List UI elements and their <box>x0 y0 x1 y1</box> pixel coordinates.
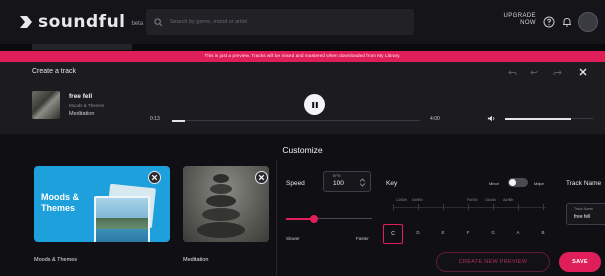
key-tick <box>418 204 419 210</box>
help-icon[interactable] <box>543 16 555 28</box>
upgrade-now-link[interactable]: UPGRADE NOW <box>500 13 536 27</box>
moods-card-title: Moods & Themes <box>41 192 79 214</box>
track-category: Moods & Themes <box>69 103 105 108</box>
pause-icon <box>311 101 318 108</box>
speed-label: Speed <box>286 180 305 187</box>
section-divider <box>276 160 277 276</box>
track-name-label: Track Name <box>566 180 602 187</box>
key-natural-b[interactable]: B <box>535 230 551 235</box>
minor-label: Minor <box>489 181 500 186</box>
moods-title-line2: Themes <box>41 203 76 213</box>
key-tick <box>393 204 394 210</box>
search-icon <box>154 17 163 26</box>
save-button[interactable]: SAVE <box>559 252 601 272</box>
close-icon <box>258 174 265 181</box>
stone <box>213 174 229 183</box>
track-name: free fell <box>69 93 93 100</box>
bell-icon[interactable] <box>561 16 573 28</box>
stepper-arrows-icon[interactable] <box>359 178 366 187</box>
track-subcategory: Meditation <box>69 111 95 117</box>
key-label: Key <box>386 180 398 187</box>
total-time: 4:00 <box>430 116 440 122</box>
stone <box>197 222 245 238</box>
toggle-knob <box>509 179 516 186</box>
preview-banner: This is just a preview. Tracks will be m… <box>0 51 605 62</box>
bpm-unit: BPM <box>333 174 341 178</box>
key-natural-g[interactable]: G <box>485 230 501 235</box>
key-tick <box>468 204 469 210</box>
customize-title: Customize <box>282 145 323 155</box>
volume-level <box>505 117 571 120</box>
card-label-moods: Moods & Themes <box>34 257 78 263</box>
stone <box>210 184 232 194</box>
key-natural-e[interactable]: E <box>435 230 451 235</box>
track-name-field[interactable]: Track Name free fell <box>566 203 605 225</box>
current-time: 0:13 <box>150 116 160 122</box>
undo-icon[interactable] <box>508 68 517 77</box>
top-nav: soundful beta UPGRADE NOW <box>0 0 605 44</box>
panel-title: Create a track <box>32 68 76 75</box>
seek-progress <box>172 119 186 122</box>
key-natural-a[interactable]: A <box>510 230 526 235</box>
speed-slider-thumb[interactable] <box>310 214 319 223</box>
bpm-value: 100 <box>333 180 344 187</box>
key-sharp[interactable]: D#/Eb <box>412 198 423 202</box>
close-icon <box>151 174 158 181</box>
key-selected-c[interactable]: C <box>383 224 403 244</box>
stone <box>202 208 240 221</box>
search-bar[interactable] <box>146 9 414 35</box>
remove-card-button[interactable] <box>148 171 161 184</box>
upgrade-label: UPGRADE <box>503 13 536 19</box>
beta-tag: beta <box>131 21 144 27</box>
create-new-preview-button[interactable]: CREATE NEW PREVIEW <box>436 252 550 272</box>
volume-slider[interactable] <box>505 117 593 120</box>
minor-major-toggle[interactable] <box>508 178 528 187</box>
key-tick <box>493 204 494 210</box>
search-input[interactable] <box>170 19 400 25</box>
stone <box>206 195 236 207</box>
pause-button[interactable] <box>304 94 325 115</box>
close-icon[interactable] <box>578 67 588 77</box>
key-sharp[interactable]: C#/Db <box>396 198 407 202</box>
lake-photo <box>94 196 150 242</box>
volume-icon[interactable] <box>487 114 496 123</box>
track-name-value: free fell <box>574 214 591 220</box>
brand-name: soundful <box>38 12 126 32</box>
key-tick <box>518 204 519 210</box>
major-label: Major <box>534 181 545 186</box>
key-sharp[interactable]: G#/Ab <box>485 198 496 202</box>
avatar[interactable] <box>578 12 598 32</box>
bpm-stepper[interactable]: BPM 100 <box>323 171 371 192</box>
key-natural-f[interactable]: F <box>460 230 476 235</box>
upgrade-label-now: NOW <box>520 20 536 26</box>
redo-icon[interactable] <box>553 68 562 77</box>
remove-card-button[interactable] <box>255 171 268 184</box>
key-sharp[interactable]: A#/Bb <box>503 198 513 202</box>
key-sharp[interactable]: F#/Gb <box>467 198 478 202</box>
track-name-field-caption: Track Name <box>574 207 593 211</box>
card-label-meditation: Meditation <box>183 257 209 263</box>
key-tick <box>443 204 444 210</box>
player-bar: free fell Moods & Themes Meditation 0:13… <box>0 82 605 134</box>
logo[interactable]: soundful beta <box>18 12 143 32</box>
key-tick <box>543 204 544 210</box>
speed-max-label: Faster <box>356 236 369 241</box>
speed-slider[interactable] <box>286 214 372 223</box>
undo-step-icon[interactable] <box>530 68 539 77</box>
key-natural-d[interactable]: D <box>410 230 426 235</box>
track-cover-image <box>32 91 60 119</box>
key-scale-line <box>394 207 546 208</box>
moods-title-line1: Moods & <box>41 192 79 202</box>
active-tab[interactable] <box>32 44 132 50</box>
soundful-logo-icon <box>18 14 34 30</box>
seek-bar[interactable] <box>172 119 420 122</box>
speed-min-label: Slower <box>286 236 300 241</box>
create-track-header: Create a track <box>0 62 605 82</box>
